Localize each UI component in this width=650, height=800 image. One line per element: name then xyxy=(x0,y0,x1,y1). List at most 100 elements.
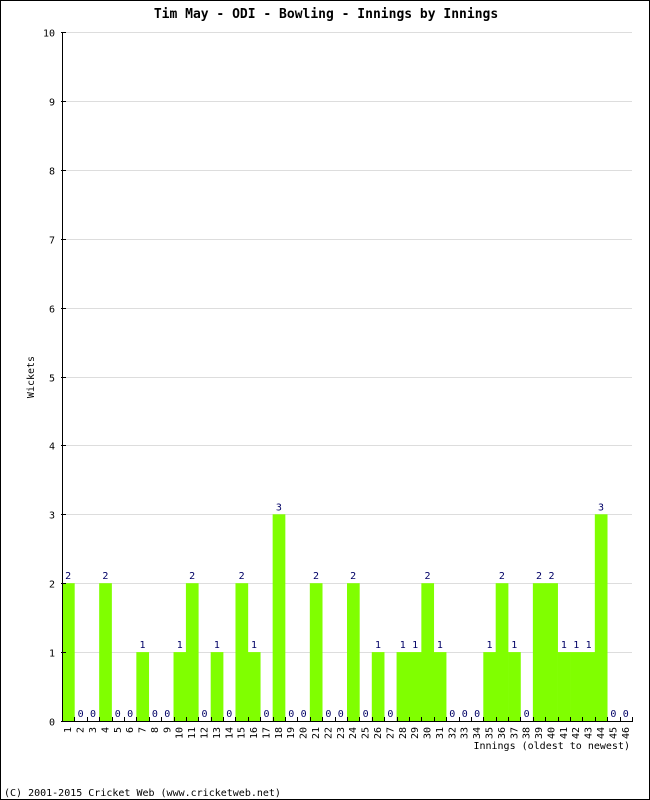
bar xyxy=(557,652,571,721)
x-tick-label: 28 xyxy=(398,727,409,739)
bar xyxy=(272,514,286,721)
value-label: 1 xyxy=(412,640,418,651)
value-label: 2 xyxy=(536,571,542,582)
x-tick-label: 42 xyxy=(571,727,582,739)
x-tick-label: 12 xyxy=(200,727,211,739)
bar xyxy=(421,583,435,721)
bar xyxy=(371,652,385,721)
x-tick-label: 13 xyxy=(212,727,223,739)
value-label: 2 xyxy=(102,571,108,582)
value-label: 1 xyxy=(573,640,579,651)
x-tick-label: 24 xyxy=(348,727,359,739)
y-tick-label: 6 xyxy=(49,305,55,316)
value-label: 0 xyxy=(524,709,530,720)
bar xyxy=(570,652,583,721)
bar xyxy=(582,652,596,721)
x-tick-label: 34 xyxy=(472,727,483,739)
x-tick-label: 8 xyxy=(150,727,161,733)
value-label: 2 xyxy=(65,571,71,582)
x-tick-label: 35 xyxy=(485,727,496,739)
y-tick-label: 10 xyxy=(43,29,55,40)
chart-frame: Tim May - ODI - Bowling - Innings by Inn… xyxy=(0,0,650,800)
value-label: 0 xyxy=(115,709,121,720)
x-tick-label: 16 xyxy=(249,727,260,739)
y-tick-label: 7 xyxy=(49,236,55,247)
value-label: 1 xyxy=(251,640,257,651)
x-tick-label: 43 xyxy=(584,727,595,739)
x-tick-label: 25 xyxy=(361,727,372,739)
x-tick-label: 9 xyxy=(162,727,173,733)
y-tick-label: 2 xyxy=(49,580,55,591)
x-tick-label: 10 xyxy=(175,727,186,739)
x-tick-label: 21 xyxy=(311,727,322,739)
bar xyxy=(545,583,558,721)
bar-chart: Tim May - ODI - Bowling - Innings by Inn… xyxy=(4,7,633,799)
x-tick-label: 32 xyxy=(447,727,458,739)
value-label: 2 xyxy=(350,571,356,582)
x-tick-label: 41 xyxy=(559,727,570,739)
x-tick-label: 33 xyxy=(460,727,471,739)
bar xyxy=(210,652,224,721)
x-tick-label: 1 xyxy=(63,727,74,733)
bar xyxy=(483,652,496,721)
bar xyxy=(173,652,187,721)
value-label: 3 xyxy=(598,502,604,513)
value-label: 0 xyxy=(90,709,96,720)
x-tick-label: 29 xyxy=(410,727,421,739)
x-tick-label: 11 xyxy=(187,727,198,739)
x-tick-label: 31 xyxy=(435,727,446,739)
x-tick-label: 6 xyxy=(125,727,136,733)
bar xyxy=(495,583,509,721)
x-tick-label: 20 xyxy=(299,727,310,739)
value-label: 0 xyxy=(387,709,393,720)
chart-title: Tim May - ODI - Bowling - Innings by Inn… xyxy=(154,7,498,22)
x-tick-label: 3 xyxy=(88,727,99,733)
value-label: 0 xyxy=(338,709,344,720)
value-label: 0 xyxy=(201,709,207,720)
value-label: 3 xyxy=(276,502,282,513)
y-tick-label: 1 xyxy=(49,649,55,660)
value-label: 1 xyxy=(437,640,443,651)
value-label: 1 xyxy=(400,640,406,651)
value-label: 2 xyxy=(239,571,245,582)
gridlines xyxy=(62,32,632,653)
value-label: 2 xyxy=(548,571,554,582)
x-tick-label: 4 xyxy=(100,727,111,733)
value-label: 1 xyxy=(486,640,492,651)
value-label: 0 xyxy=(610,709,616,720)
value-label: 2 xyxy=(313,571,319,582)
value-label: 1 xyxy=(140,640,146,651)
value-label: 0 xyxy=(226,709,232,720)
x-tick-label: 30 xyxy=(423,727,434,739)
value-label: 0 xyxy=(164,709,170,720)
x-tick-label: 45 xyxy=(608,727,619,739)
bar xyxy=(396,652,410,721)
value-label: 1 xyxy=(511,640,517,651)
bars xyxy=(62,514,608,721)
value-label: 1 xyxy=(586,640,592,651)
value-label: 2 xyxy=(425,571,431,582)
bar xyxy=(408,652,422,721)
x-tick-label: 5 xyxy=(113,727,124,733)
x-tick-label: 23 xyxy=(336,727,347,739)
x-tick-label: 17 xyxy=(261,727,272,739)
y-tick-label: 0 xyxy=(49,718,55,729)
value-label: 0 xyxy=(127,709,133,720)
x-tick-label: 18 xyxy=(274,727,285,739)
y-tick-label: 8 xyxy=(49,167,55,178)
value-label: 2 xyxy=(499,571,505,582)
value-label: 0 xyxy=(325,709,331,720)
bar xyxy=(309,583,323,721)
value-label: 0 xyxy=(462,709,468,720)
x-tick-label: 15 xyxy=(237,727,248,739)
value-label: 1 xyxy=(375,640,381,651)
x-tick-label: 39 xyxy=(534,727,545,739)
y-tick-label: 5 xyxy=(49,374,55,385)
y-tick-label: 3 xyxy=(49,511,55,522)
x-tick-label: 26 xyxy=(373,727,384,739)
bar xyxy=(508,652,521,721)
x-tick-label: 7 xyxy=(138,727,149,733)
x-tick-label: 38 xyxy=(522,727,533,739)
bar xyxy=(185,583,199,721)
value-label: 0 xyxy=(152,709,158,720)
